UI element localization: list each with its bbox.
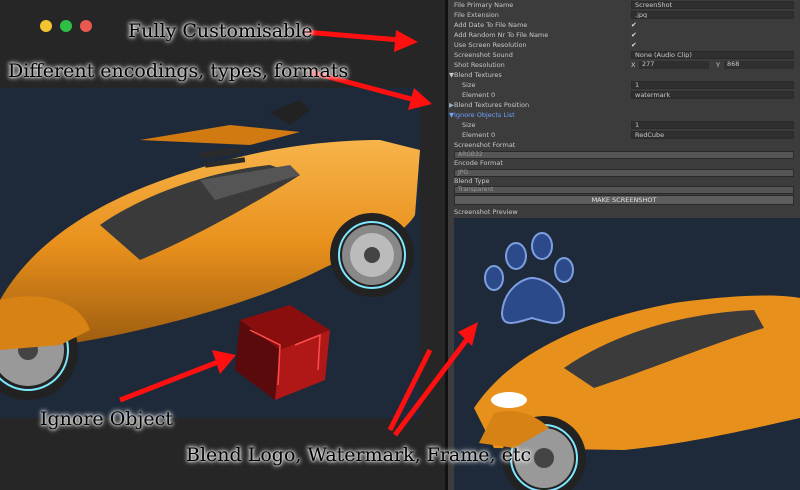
file-primary-name-label: File Primary Name [454,1,514,9]
ignore-list-foldout[interactable]: ▼ Ignore Objects List [448,110,800,120]
inspector-panel: File Primary Name ScreenShot File Extens… [448,0,800,490]
encodings-caption: Different encodings, types, formats [8,60,349,82]
ignore-element0-label: Element 0 [462,131,496,139]
file-primary-name-input[interactable]: ScreenShot [631,1,794,9]
make-screenshot-button[interactable]: MAKE SCREENSHOT [454,195,794,205]
file-extension-input[interactable]: .jpg [631,11,794,19]
blend-size-input[interactable]: 1 [631,81,794,89]
screenshot-sound-row: Screenshot Sound None (Audio Clip) [448,50,800,60]
ignore-element0-field[interactable]: RedCube [631,131,794,139]
red-cube-object [235,305,330,400]
add-date-checkbox[interactable]: ✔ [631,21,639,29]
screenshot-format-row: Screenshot Format [448,140,800,150]
add-date-row: Add Date To File Name ✔ [448,20,800,30]
blend-position-label: Blend Textures Position [454,101,530,109]
blend-logo-caption: Blend Logo, Watermark, Frame, etc [186,444,532,466]
blend-element0-field[interactable]: watermark [631,91,794,99]
ignore-element0-row: Element 0 RedCube [448,130,800,140]
shot-resolution-y-label: Y [716,61,720,69]
file-primary-name-row: File Primary Name ScreenShot [448,0,800,10]
blend-size-row: Size 1 [448,80,800,90]
use-screen-resolution-checkbox[interactable]: ✔ [631,41,639,49]
blend-position-foldout[interactable]: ▶ Blend Textures Position [448,100,800,110]
shot-resolution-x-input[interactable]: 277 [639,61,709,69]
blend-size-label: Size [462,81,476,89]
screenshot-sound-label: Screenshot Sound [454,51,513,59]
ignore-list-label: Ignore Objects List [454,111,515,119]
screenshot-format-label: Screenshot Format [454,141,516,149]
file-extension-row: File Extension .jpg [448,10,800,20]
use-screen-resolution-label: Use Screen Resolution [454,41,527,49]
ignore-size-label: Size [462,121,476,129]
encode-format-row: Encode Format [448,158,800,168]
paw-logo-icon [484,232,574,324]
add-random-label: Add Random Nr To File Name [454,31,549,39]
shot-resolution-row: Shot Resolution X 277 Y 868 [448,60,800,70]
screenshot-sound-field[interactable]: None (Audio Clip) [631,51,794,59]
shot-resolution-label: Shot Resolution [454,61,505,69]
ignore-object-caption: Ignore Object [40,408,173,430]
shot-resolution-x-label: X [631,61,636,69]
blend-element0-row: Element 0 watermark [448,90,800,100]
blend-textures-foldout[interactable]: ▼ Blend Textures [448,70,800,80]
ignore-size-row: Size 1 [448,120,800,130]
add-random-row: Add Random Nr To File Name ✔ [448,30,800,40]
add-date-label: Add Date To File Name [454,21,528,29]
file-extension-label: File Extension [454,11,499,19]
shot-resolution-y-input[interactable]: 868 [724,61,794,69]
scene-view: Fully Customisable Different encodings, … [0,0,445,490]
ignore-size-input[interactable]: 1 [631,121,794,129]
preview-label-row: Screenshot Preview [448,207,800,217]
encode-format-label: Encode Format [454,159,503,167]
use-screen-resolution-row: Use Screen Resolution ✔ [448,40,800,50]
add-random-checkbox[interactable]: ✔ [631,31,639,39]
blend-type-row: Blend Type [448,176,800,186]
fully-customisable-caption: Fully Customisable [128,20,313,42]
screenshot-preview-label: Screenshot Preview [454,208,518,216]
blend-type-label: Blend Type [454,177,490,185]
blend-type-dropdown[interactable]: Transparent [454,186,794,194]
blend-element0-label: Element 0 [462,91,496,99]
blend-textures-label: Blend Textures [454,71,502,79]
